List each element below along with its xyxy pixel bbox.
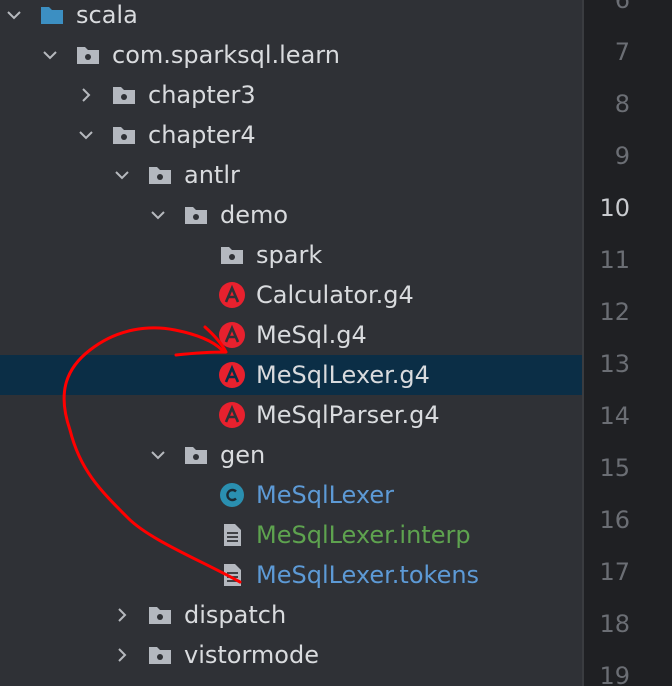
tree-item-label: com.sparksql.learn <box>112 41 340 69</box>
package-folder-icon <box>146 601 174 629</box>
text-file-icon <box>218 521 246 549</box>
tree-item-label: MeSqlParser.g4 <box>256 401 440 429</box>
tree-item-label: spark <box>256 241 323 269</box>
antlr-file-icon <box>218 281 246 309</box>
line-number: 16 <box>599 506 630 534</box>
package-folder-icon <box>182 201 210 229</box>
chevron-down-icon[interactable] <box>112 165 132 185</box>
antlr-file-icon <box>218 321 246 349</box>
tree-item-label: scala <box>76 1 138 29</box>
tree-item-scala[interactable]: scala <box>0 0 582 35</box>
chevron-down-icon[interactable] <box>148 445 168 465</box>
chevron-right-icon[interactable] <box>112 605 132 625</box>
package-folder-icon <box>146 641 174 669</box>
line-number: 7 <box>614 38 630 66</box>
tree-item-mesqllexer-class[interactable]: MeSqlLexer <box>0 475 582 515</box>
tree-item-mesql-g4[interactable]: MeSql.g4 <box>0 315 582 355</box>
tree-item-label: chapter3 <box>148 81 256 109</box>
chevron-down-icon[interactable] <box>40 45 60 65</box>
tree-item-spark[interactable]: spark <box>0 235 582 275</box>
tree-item-antlr[interactable]: antlr <box>0 155 582 195</box>
package-folder-icon <box>182 441 210 469</box>
tree-item-label: MeSqlLexer.tokens <box>256 561 480 589</box>
line-number: 11 <box>599 246 630 274</box>
chevron-right-icon[interactable] <box>76 85 96 105</box>
tree-item-label: antlr <box>184 161 240 189</box>
project-tree[interactable]: scala com.sparksql.learn chapter3 chapte… <box>0 0 582 686</box>
tree-item-vistormode[interactable]: vistormode <box>0 635 582 675</box>
line-number: 13 <box>599 350 630 378</box>
current-line-number: 10 <box>599 194 630 222</box>
package-folder-icon <box>74 41 102 69</box>
tree-item-label: MeSqlLexer <box>256 481 394 509</box>
tree-item-chapter4[interactable]: chapter4 <box>0 115 582 155</box>
package-folder-icon <box>110 121 138 149</box>
tree-item-label: gen <box>220 441 266 469</box>
line-number: 12 <box>599 298 630 326</box>
tree-item-com-sparksql-learn[interactable]: com.sparksql.learn <box>0 35 582 75</box>
tree-item-dispatch[interactable]: dispatch <box>0 595 582 635</box>
line-number: 15 <box>599 454 630 482</box>
tree-item-label: MeSqlLexer.interp <box>256 521 471 549</box>
package-folder-icon <box>218 241 246 269</box>
chevron-right-icon[interactable] <box>112 645 132 665</box>
chevron-down-icon[interactable] <box>4 5 24 25</box>
line-number-gutter: 6 7 8 9 10 11 12 13 14 15 16 17 18 19 <box>582 0 672 686</box>
tree-item-label: vistormode <box>184 641 319 669</box>
tree-item-label: chapter4 <box>148 121 256 149</box>
ide-window: scala com.sparksql.learn chapter3 chapte… <box>0 0 672 686</box>
tree-item-partial <box>0 675 582 686</box>
tree-item-gen[interactable]: gen <box>0 435 582 475</box>
antlr-file-icon <box>218 401 246 429</box>
tree-item-label: demo <box>220 201 289 229</box>
tree-item-calculator-g4[interactable]: Calculator.g4 <box>0 275 582 315</box>
tree-item-label: MeSql.g4 <box>256 321 367 349</box>
package-folder-icon <box>146 161 174 189</box>
line-number: 17 <box>599 558 630 586</box>
tree-item-mesqllexer-g4[interactable]: MeSqlLexer.g4 <box>0 355 582 395</box>
line-number: 19 <box>599 662 630 686</box>
tree-item-label: dispatch <box>184 601 287 629</box>
tree-item-label: MeSqlLexer.g4 <box>256 361 430 389</box>
antlr-file-icon <box>218 361 246 389</box>
line-number: 9 <box>614 142 630 170</box>
tree-item-demo[interactable]: demo <box>0 195 582 235</box>
text-file-icon <box>218 561 246 589</box>
package-folder-icon <box>110 81 138 109</box>
line-number: 14 <box>599 402 630 430</box>
tree-item-label: Calculator.g4 <box>256 281 414 309</box>
class-icon <box>218 481 246 509</box>
tree-item-mesqllexer-tokens[interactable]: MeSqlLexer.tokens <box>0 555 582 595</box>
tree-item-mesqlparser-g4[interactable]: MeSqlParser.g4 <box>0 395 582 435</box>
source-folder-icon <box>38 1 66 29</box>
line-number: 6 <box>614 0 630 14</box>
chevron-down-icon[interactable] <box>76 125 96 145</box>
line-number: 18 <box>599 610 630 638</box>
chevron-down-icon[interactable] <box>148 205 168 225</box>
line-number: 8 <box>614 90 630 118</box>
tree-item-mesqllexer-interp[interactable]: MeSqlLexer.interp <box>0 515 582 555</box>
tree-item-chapter3[interactable]: chapter3 <box>0 75 582 115</box>
